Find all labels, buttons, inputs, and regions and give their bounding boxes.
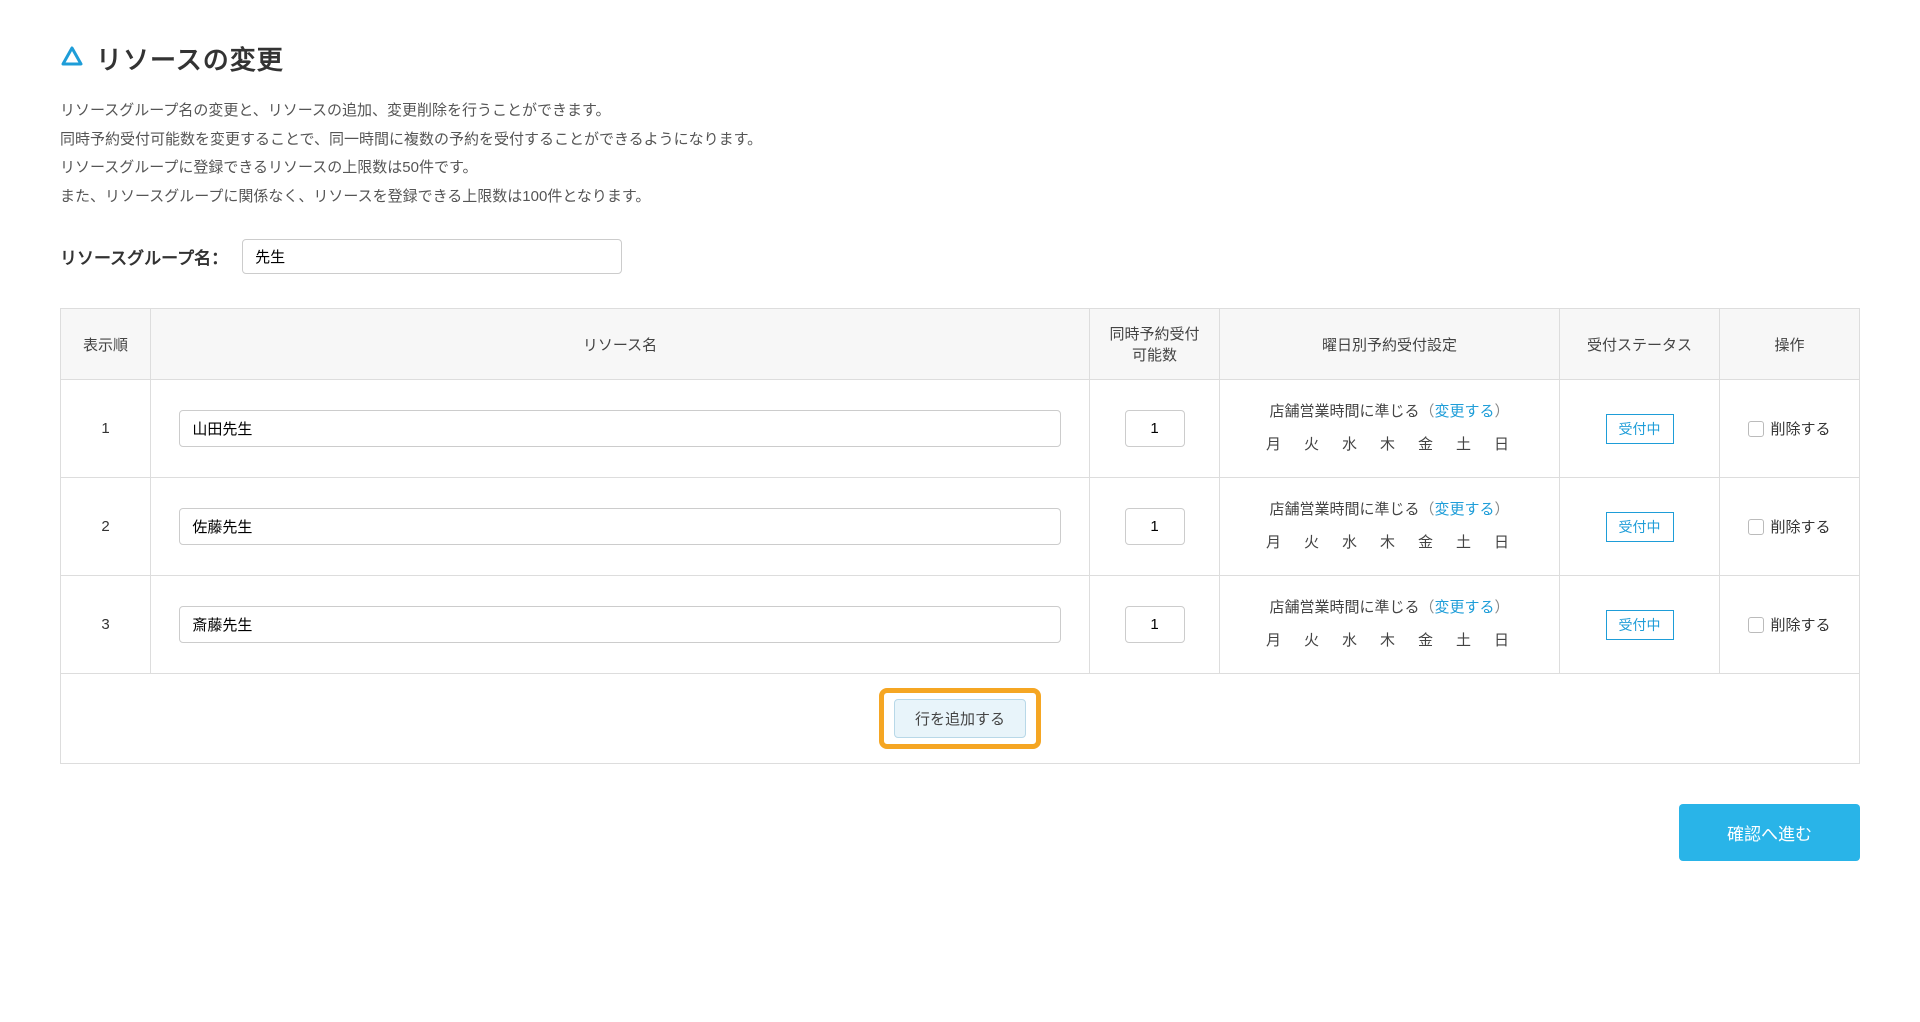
th-order: 表示順: [61, 309, 151, 380]
days-row: 月 火 水 木 金 土 日: [1230, 627, 1549, 656]
add-row-highlight: 行を追加する: [879, 688, 1041, 749]
resource-name-input[interactable]: [179, 410, 1060, 447]
group-name-label: リソースグループ名：: [60, 244, 228, 269]
th-status: 受付ステータス: [1560, 309, 1720, 380]
cell-order: 2: [61, 478, 151, 576]
day-setting-text: 店舗営業時間に準じる（変更する） 月 火 水 木 金 土 日: [1230, 594, 1549, 655]
capacity-input[interactable]: [1125, 508, 1185, 545]
table-row: 2 店舗営業時間に準じる（変更する） 月 火 水 木 金 土 日 受付中 削除す…: [61, 478, 1860, 576]
add-row-button[interactable]: 行を追加する: [894, 699, 1026, 738]
desc-line-1: リソースグループ名の変更と、リソースの追加、変更削除を行うことができます。: [60, 97, 1860, 126]
desc-line-3: リソースグループに登録できるリソースの上限数は50件です。: [60, 154, 1860, 183]
table-row: 3 店舗営業時間に準じる（変更する） 月 火 水 木 金 土 日 受付中 削除す…: [61, 576, 1860, 674]
table-row: 1 店舗営業時間に準じる（変更する） 月 火 水 木 金 土 日 受付中 削除す…: [61, 380, 1860, 478]
triangle-icon: [60, 45, 84, 73]
delete-checkbox[interactable]: [1748, 519, 1764, 535]
status-badge: 受付中: [1606, 610, 1674, 640]
delete-label: 削除する: [1770, 516, 1830, 537]
resource-table: 表示順 リソース名 同時予約受付 可能数 曜日別予約受付設定 受付ステータス 操…: [60, 308, 1860, 764]
resource-name-input[interactable]: [179, 606, 1060, 643]
capacity-input[interactable]: [1125, 606, 1185, 643]
resource-name-input[interactable]: [179, 508, 1060, 545]
delete-label: 削除する: [1770, 418, 1830, 439]
delete-checkbox[interactable]: [1748, 421, 1764, 437]
change-link[interactable]: 変更する: [1435, 501, 1495, 518]
days-row: 月 火 水 木 金 土 日: [1230, 529, 1549, 558]
cell-order: 1: [61, 380, 151, 478]
th-day-setting: 曜日別予約受付設定: [1220, 309, 1560, 380]
page-title: リソースの変更: [96, 40, 284, 77]
desc-line-4: また、リソースグループに関係なく、リソースを登録できる上限数は100件となります…: [60, 183, 1860, 212]
delete-checkbox[interactable]: [1748, 617, 1764, 633]
day-setting-text: 店舗営業時間に準じる（変更する） 月 火 水 木 金 土 日: [1230, 496, 1549, 557]
desc-line-2: 同時予約受付可能数を変更することで、同一時間に複数の予約を受付することができるよ…: [60, 126, 1860, 155]
confirm-button[interactable]: 確認へ進む: [1679, 804, 1860, 861]
th-name: リソース名: [151, 309, 1090, 380]
day-setting-text: 店舗営業時間に準じる（変更する） 月 火 水 木 金 土 日: [1230, 398, 1549, 459]
th-capacity: 同時予約受付 可能数: [1090, 309, 1220, 380]
page-description: リソースグループ名の変更と、リソースの追加、変更削除を行うことができます。 同時…: [60, 97, 1860, 211]
group-name-input[interactable]: [242, 239, 622, 274]
change-link[interactable]: 変更する: [1435, 403, 1495, 420]
delete-label: 削除する: [1770, 614, 1830, 635]
change-link[interactable]: 変更する: [1435, 599, 1495, 616]
days-row: 月 火 水 木 金 土 日: [1230, 431, 1549, 460]
capacity-input[interactable]: [1125, 410, 1185, 447]
cell-order: 3: [61, 576, 151, 674]
th-operation: 操作: [1720, 309, 1860, 380]
status-badge: 受付中: [1606, 414, 1674, 444]
status-badge: 受付中: [1606, 512, 1674, 542]
